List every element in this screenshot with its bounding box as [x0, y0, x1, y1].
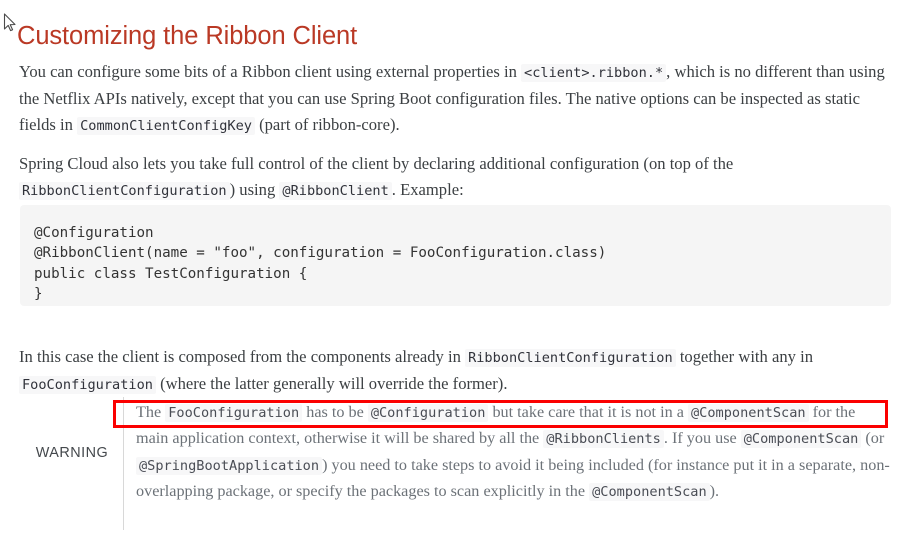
inline-code-client-ribbon: <client>.ribbon.* — [521, 63, 667, 82]
paragraph-spring-cloud: Spring Cloud also lets you take full con… — [19, 151, 885, 204]
text-run: You can configure some bits of a Ribbon … — [19, 61, 522, 81]
text-run: (where the latter generally will overrid… — [155, 373, 508, 393]
inline-code-ribbonclientconfiguration-2: RibbonClientConfiguration — [465, 348, 676, 367]
inline-code-commonclientconfigkey: CommonClientConfigKey — [77, 116, 255, 135]
warning-text: The FooConfiguration has to be @Configur… — [136, 400, 891, 505]
paragraph-composition: In this case the client is composed from… — [19, 344, 885, 398]
inline-code-fooconfiguration-warn: FooConfiguration — [165, 404, 303, 422]
code-listing-block: @Configuration @RibbonClient(name = "foo… — [20, 205, 891, 306]
paragraph-intro: You can configure some bits of a Ribbon … — [19, 59, 885, 139]
text-run: Spring Cloud also lets you take full con… — [19, 153, 734, 173]
inline-code-ribbonclientconfiguration: RibbonClientConfiguration — [19, 181, 230, 200]
inline-code-fooconfiguration: FooConfiguration — [19, 375, 156, 394]
admonition-divider — [123, 397, 124, 530]
inline-code-ribbonclients: @RibbonClients — [543, 430, 664, 449]
inline-code-componentscan-2: @ComponentScan — [740, 430, 862, 449]
text-run: together with any in — [675, 346, 813, 366]
mouse-pointer-icon — [3, 13, 16, 32]
text-run: (or — [861, 429, 885, 448]
inline-code-componentscan-1: @ComponentScan — [687, 404, 809, 422]
text-run: ). — [709, 481, 720, 500]
text-run: ) using — [229, 179, 280, 199]
text-run: but take care that it is not in a — [488, 403, 688, 421]
code-listing-text: @Configuration @RibbonClient(name = "foo… — [34, 225, 607, 303]
documentation-page: Customizing the Ribbon Client You can co… — [0, 0, 910, 548]
text-run: (part of ribbon-core). — [254, 114, 400, 134]
text-run: has to be — [302, 403, 368, 421]
page-title: Customizing the Ribbon Client — [17, 22, 358, 51]
text-run: The — [136, 403, 166, 421]
text-run: . Example: — [391, 179, 464, 199]
inline-code-componentscan-3: @ComponentScan — [589, 482, 710, 501]
warning-label: WARNING — [35, 445, 109, 461]
text-run: . If you use — [663, 429, 741, 448]
warning-admonition: WARNING The FooConfiguration has to be @… — [19, 395, 891, 535]
text-run: In this case the client is composed from… — [19, 346, 466, 366]
inline-code-springbootapplication: @SpringBootApplication — [136, 456, 323, 475]
inline-code-configuration-annotation: @Configuration — [367, 404, 489, 422]
inline-code-ribbonclient-annotation: @RibbonClient — [279, 181, 392, 200]
